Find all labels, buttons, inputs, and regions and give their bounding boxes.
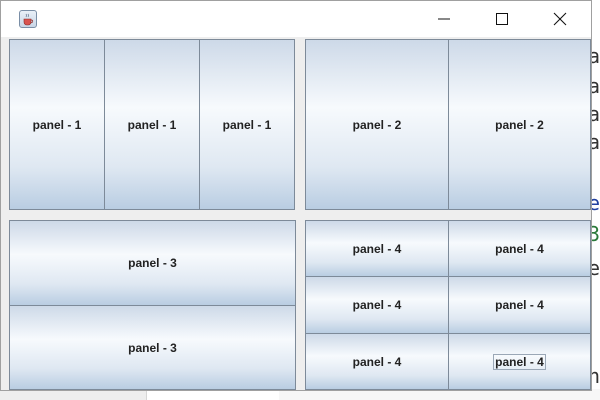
panel-1-cell[interactable]: panel - 1 <box>104 39 200 210</box>
panel-label: panel - 1 <box>32 117 82 132</box>
panel-label: panel - 1 <box>127 117 177 132</box>
panel-label: panel - 4 <box>495 298 544 312</box>
panel-label: panel - 4 <box>493 353 546 370</box>
maximize-button[interactable] <box>479 1 525 37</box>
panel-4-cell[interactable]: panel - 4 <box>305 220 449 277</box>
minimize-button[interactable] <box>421 1 467 37</box>
panel-4-cell[interactable]: panel - 4 <box>305 333 449 390</box>
panel-label: panel - 3 <box>128 340 177 355</box>
panel-label: panel - 4 <box>352 354 402 369</box>
panel-label: panel - 4 <box>352 241 402 256</box>
app-window: panel - 1 panel - 1 panel - 1 panel - 2 … <box>0 0 592 391</box>
panel-3-cell[interactable]: panel - 3 <box>9 220 296 306</box>
panel-2-cell[interactable]: panel - 2 <box>448 39 591 210</box>
panel-label: panel - 4 <box>495 241 544 256</box>
panel-2-cell[interactable]: panel - 2 <box>305 39 449 210</box>
panel-label: panel - 3 <box>128 256 177 270</box>
title-bar[interactable] <box>1 1 591 37</box>
maximize-icon <box>496 13 508 25</box>
panel-1-cell[interactable]: panel - 1 <box>9 39 105 210</box>
panel-1-cell[interactable]: panel - 1 <box>199 39 295 210</box>
panel-group-1: panel - 1 panel - 1 panel - 1 <box>9 39 295 210</box>
panel-group-3: panel - 3 panel - 3 <box>9 220 296 390</box>
panel-label: panel - 2 <box>352 117 402 132</box>
panel-group-2: panel - 2 panel - 2 <box>305 39 591 210</box>
java-cup-icon[interactable] <box>19 10 37 28</box>
panel-3-cell[interactable]: panel - 3 <box>9 305 296 390</box>
panel-group-4: panel - 4 panel - 4 panel - 4 panel - 4 … <box>305 220 591 390</box>
panel-4-cell[interactable]: panel - 4 <box>448 276 591 334</box>
panel-4-cell-focused[interactable]: panel - 4 <box>448 333 591 390</box>
panel-4-cell[interactable]: panel - 4 <box>305 276 449 334</box>
panel-label: panel - 2 <box>495 117 544 132</box>
panel-label: panel - 1 <box>222 117 272 132</box>
minimize-icon <box>438 18 450 20</box>
panel-4-cell[interactable]: panel - 4 <box>448 220 591 277</box>
close-button[interactable] <box>537 1 583 37</box>
close-icon <box>553 12 567 26</box>
panel-label: panel - 4 <box>352 298 402 312</box>
